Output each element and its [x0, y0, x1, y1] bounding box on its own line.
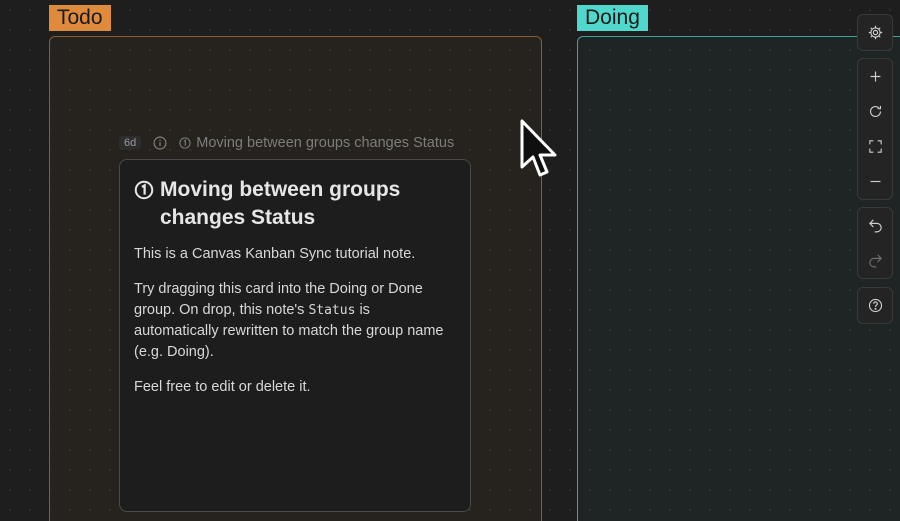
- card-paragraph-outro: Feel free to edit or delete it.: [134, 379, 311, 395]
- plus-icon: [870, 71, 880, 82]
- group-label-doing[interactable]: Doing: [577, 5, 648, 31]
- undo-button[interactable]: [858, 208, 892, 243]
- number-one-icon: [134, 180, 154, 200]
- zoom-to-fit-button[interactable]: [858, 129, 892, 164]
- note-card[interactable]: Moving between groups changes Status Thi…: [119, 159, 471, 512]
- redo-icon: [868, 254, 882, 268]
- reset-button[interactable]: [858, 94, 892, 129]
- help-button[interactable]: [858, 288, 892, 323]
- redo-button[interactable]: [858, 243, 892, 278]
- settings-button[interactable]: [858, 15, 892, 50]
- card-paragraph-instructions: Try dragging this card into the Doing or…: [134, 279, 456, 363]
- card-header[interactable]: 6d Moving between groups changes Status: [119, 133, 454, 153]
- zoom-in-button[interactable]: [858, 59, 892, 94]
- gear-icon: [868, 25, 882, 40]
- instructions-text-before: Try dragging this card into the Doing or…: [134, 281, 423, 318]
- refresh-icon: [869, 105, 881, 117]
- fullscreen-icon: [868, 140, 882, 153]
- card-header-title: Moving between groups changes Status: [196, 135, 455, 151]
- group-doing[interactable]: [577, 36, 900, 521]
- undo-icon: [868, 219, 882, 233]
- group-label-todo[interactable]: Todo: [49, 5, 111, 31]
- zoom-out-button[interactable]: [858, 164, 892, 199]
- card-heading: Moving between groups changes Status: [134, 176, 456, 232]
- zoom-controls: [857, 58, 893, 200]
- help-icon: [868, 298, 882, 313]
- card-heading-text: Moving between groups changes Status: [160, 178, 401, 229]
- status-code: Status: [308, 303, 356, 318]
- card-paragraph-intro: This is a Canvas Kanban Sync tutorial no…: [134, 246, 416, 262]
- number-one-icon: [179, 137, 191, 149]
- settings-group: [857, 14, 893, 51]
- help-group: [857, 287, 893, 324]
- minus-icon: [870, 180, 880, 183]
- info-icon[interactable]: [153, 136, 167, 150]
- history-controls: [857, 207, 893, 279]
- mouse-cursor-icon: [520, 119, 557, 177]
- age-badge: 6d: [119, 136, 142, 150]
